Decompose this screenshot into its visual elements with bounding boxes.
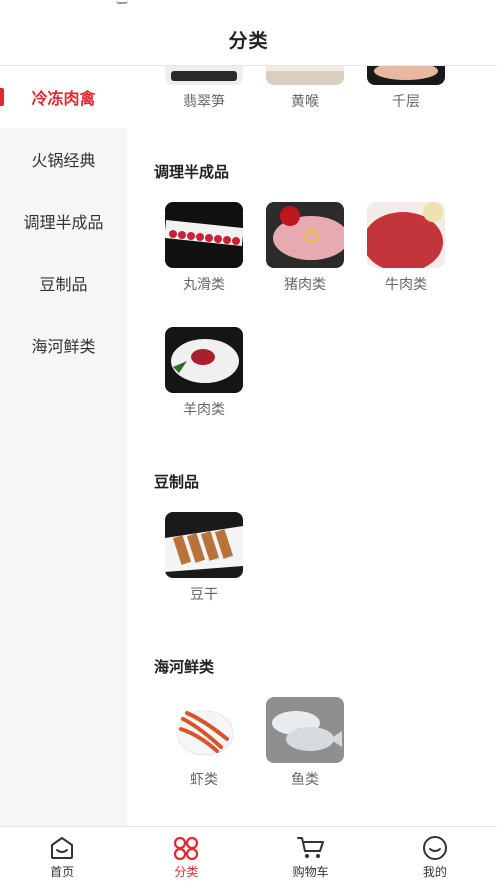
product-thumbnail <box>266 202 344 268</box>
product-cell-tripe[interactable]: 黄喉 <box>265 66 345 111</box>
tab-cart[interactable]: 购物车 <box>249 827 373 883</box>
sidebar-item-seafood[interactable]: 海河鲜类 <box>0 314 127 376</box>
sidebar-item-semi-prepared[interactable]: 调理半成品 <box>0 190 127 252</box>
product-thumbnail <box>165 202 243 268</box>
sidebar-item-hotpot-classic[interactable]: 火锅经典 <box>0 128 127 190</box>
sidebar-item-label: 豆制品 <box>39 275 88 294</box>
product-thumbnail <box>165 697 243 763</box>
product-label: 羊肉类 <box>183 402 225 418</box>
product-label: 鱼类 <box>291 772 319 788</box>
product-thumbnail <box>367 202 445 268</box>
sidebar-item-label: 调理半成品 <box>23 213 104 232</box>
status-bar <box>0 0 497 14</box>
sidebar-item-label: 海河鲜类 <box>31 337 96 356</box>
product-label: 豆干 <box>190 587 218 603</box>
product-thumbnail <box>165 327 243 393</box>
cart-icon <box>296 835 326 861</box>
tab-home[interactable]: 首页 <box>0 827 124 883</box>
product-label: 翡翠笋 <box>183 94 225 110</box>
product-label: 猪肉类 <box>284 277 326 293</box>
tab-label: 首页 <box>50 865 75 879</box>
product-thumbnail <box>266 66 344 85</box>
category-sidebar: 冷冻肉禽 火锅经典 调理半成品 豆制品 海河鲜类 <box>0 66 127 826</box>
profile-icon <box>420 835 450 861</box>
product-cell-lamb[interactable]: 羊肉类 <box>164 327 244 419</box>
product-cell-fish[interactable]: 鱼类 <box>265 697 345 789</box>
product-label: 丸滑类 <box>183 277 225 293</box>
tab-label: 购物车 <box>292 865 329 879</box>
product-thumbnail <box>165 66 243 85</box>
tab-profile[interactable]: 我的 <box>373 827 497 883</box>
category-content: 翡翠笋 黄喉 千层 调理半成品 丸滑类 猪肉类 牛肉类 羊肉类 豆制品 豆干 海… <box>127 66 497 826</box>
product-cell-dried-tofu[interactable]: 豆干 <box>164 512 244 604</box>
product-thumbnail <box>367 66 445 85</box>
status-indicator <box>116 0 128 4</box>
product-label: 黄喉 <box>291 94 319 110</box>
product-label: 千层 <box>392 94 420 110</box>
category-icon <box>171 835 201 861</box>
tab-category[interactable]: 分类 <box>124 827 248 883</box>
product-cell-beef[interactable]: 牛肉类 <box>366 202 446 294</box>
product-cell-layered-tripe[interactable]: 千层 <box>366 66 446 111</box>
product-label: 虾类 <box>190 772 218 788</box>
product-label: 牛肉类 <box>385 277 427 293</box>
product-cell-shrimp[interactable]: 虾类 <box>164 697 244 789</box>
product-cell-bamboo-shoot[interactable]: 翡翠笋 <box>164 66 244 111</box>
sidebar-item-label: 冷冻肉禽 <box>31 89 96 108</box>
product-cell-meatballs[interactable]: 丸滑类 <box>164 202 244 294</box>
tab-label: 分类 <box>174 865 199 879</box>
section-title: 海河鲜类 <box>154 658 215 676</box>
section-title: 豆制品 <box>154 473 200 491</box>
home-icon <box>47 835 77 861</box>
product-thumbnail <box>165 512 243 578</box>
page-title: 分类 <box>228 30 269 52</box>
product-cell-pork[interactable]: 猪肉类 <box>265 202 345 294</box>
sidebar-item-frozen-meat[interactable]: 冷冻肉禽 <box>0 66 127 128</box>
sidebar-item-label: 火锅经典 <box>31 151 96 170</box>
bottom-tab-bar: 首页 分类 购物车 我的 <box>0 826 497 883</box>
product-thumbnail <box>266 697 344 763</box>
tab-label: 我的 <box>422 865 447 879</box>
top-nav-bar: 分类 <box>0 14 497 66</box>
section-title: 调理半成品 <box>154 163 230 181</box>
sidebar-item-bean-products[interactable]: 豆制品 <box>0 252 127 314</box>
